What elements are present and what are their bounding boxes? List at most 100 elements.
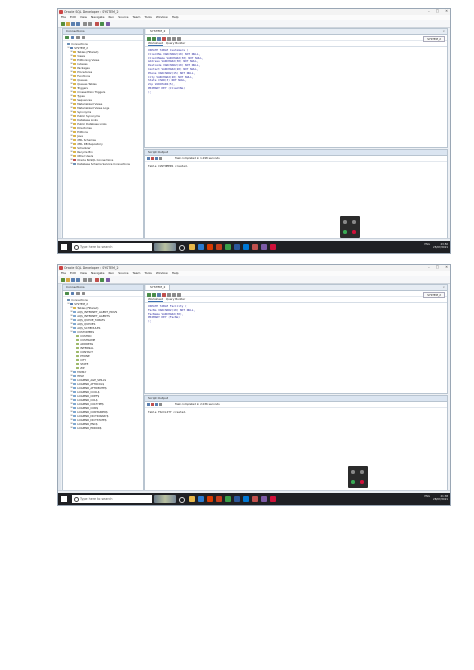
add-connection-icon[interactable] [65, 291, 69, 296]
print-icon[interactable] [159, 403, 162, 406]
new-icon[interactable] [61, 21, 65, 26]
chrome-icon[interactable] [225, 244, 231, 250]
mic-icon[interactable] [351, 480, 355, 484]
back-icon[interactable] [95, 21, 99, 26]
schema-browser-icon[interactable] [81, 291, 85, 296]
explain-plan-icon[interactable] [167, 36, 171, 41]
edge-icon[interactable] [198, 496, 204, 502]
eraser-icon[interactable] [151, 403, 154, 406]
chrome-icon[interactable] [225, 496, 231, 502]
tree-node[interactable]: ⊞ Database Schema Service Connections [63, 162, 143, 166]
connection-selector[interactable]: SYSTEM_2 [423, 35, 445, 42]
commit-icon[interactable] [157, 292, 161, 297]
store-icon[interactable] [243, 496, 249, 502]
filter-icon[interactable] [76, 35, 80, 40]
tray-language[interactable]: ENG [424, 495, 430, 498]
add-connection-icon[interactable] [65, 35, 69, 40]
tab-query-builder[interactable]: Query Builder [166, 41, 185, 46]
tab-system-2[interactable]: SYSTEM_2 [146, 285, 171, 290]
file-explorer-icon[interactable] [189, 244, 195, 250]
camera-icon[interactable] [351, 470, 355, 474]
sql-editor[interactable]: CREATE TABLE Facility (FacNo VARCHAR2(10… [145, 303, 447, 326]
autotrace-icon[interactable] [172, 36, 176, 41]
undo-icon[interactable] [83, 277, 87, 282]
teams-icon[interactable] [261, 244, 267, 250]
windows-start-icon[interactable] [61, 496, 67, 502]
save-all-icon[interactable] [76, 277, 80, 282]
autotrace-icon[interactable] [172, 292, 176, 297]
save-output-icon[interactable] [155, 157, 158, 160]
filter-icon[interactable] [76, 291, 80, 296]
task-view-icon[interactable] [179, 245, 185, 251]
save-icon[interactable] [71, 277, 75, 282]
sql-developer-icon[interactable] [252, 244, 258, 250]
recorder-icon[interactable] [270, 244, 276, 250]
run-statement-icon[interactable] [147, 36, 151, 41]
refresh-icon[interactable] [70, 291, 74, 296]
new-icon[interactable] [61, 277, 65, 282]
taskbar-search[interactable]: Type here to search [72, 495, 152, 503]
close-tab-icon[interactable]: × [442, 285, 445, 290]
recorder-icon[interactable] [270, 496, 276, 502]
pause-icon[interactable] [352, 220, 356, 224]
commit-icon[interactable] [157, 36, 161, 41]
schema-browser-icon[interactable] [81, 35, 85, 40]
save-output-icon[interactable] [155, 403, 158, 406]
connection-selector[interactable]: SYSTEM_2 [423, 291, 445, 298]
store-icon[interactable] [243, 244, 249, 250]
open-icon[interactable] [66, 277, 70, 282]
clear-icon[interactable] [177, 36, 181, 41]
powerpoint-icon[interactable] [216, 496, 222, 502]
camera-icon[interactable] [343, 220, 347, 224]
mic-icon[interactable] [343, 230, 347, 234]
forward-icon[interactable] [100, 277, 104, 282]
record-icon[interactable] [352, 230, 356, 234]
run-icon[interactable] [106, 277, 110, 282]
rollback-icon[interactable] [162, 292, 166, 297]
teams-icon[interactable] [261, 496, 267, 502]
taskbar-clock[interactable]: 21:38 28/07/2021 [433, 495, 448, 502]
eraser-icon[interactable] [151, 157, 154, 160]
powerpoint-icon[interactable] [216, 244, 222, 250]
tree-node[interactable]: ⊞ LOGMNR_ERROR$ [63, 426, 143, 430]
run-script-icon[interactable] [152, 292, 156, 297]
explain-plan-icon[interactable] [167, 292, 171, 297]
rollback-icon[interactable] [162, 36, 166, 41]
refresh-icon[interactable] [70, 35, 74, 40]
run-statement-icon[interactable] [147, 292, 151, 297]
tab-query-builder[interactable]: Query Builder [166, 297, 185, 302]
news-widget-image[interactable] [154, 243, 176, 251]
pause-icon[interactable] [360, 470, 364, 474]
tray-language[interactable]: ENG [424, 243, 430, 246]
back-icon[interactable] [95, 277, 99, 282]
office-icon[interactable] [207, 244, 213, 250]
edge-icon[interactable] [198, 244, 204, 250]
save-all-icon[interactable] [76, 21, 80, 26]
close-tab-icon[interactable]: × [442, 29, 445, 34]
office-icon[interactable] [207, 496, 213, 502]
open-icon[interactable] [66, 21, 70, 26]
word-icon[interactable] [234, 496, 240, 502]
record-icon[interactable] [360, 480, 364, 484]
run-icon[interactable] [106, 21, 110, 26]
task-view-icon[interactable] [179, 497, 185, 503]
print-icon[interactable] [159, 157, 162, 160]
clear-icon[interactable] [177, 292, 181, 297]
file-explorer-icon[interactable] [189, 496, 195, 502]
run-script-icon[interactable] [152, 36, 156, 41]
tab-worksheet[interactable]: Worksheet [148, 297, 163, 302]
pin-icon[interactable] [147, 157, 150, 160]
redo-icon[interactable] [88, 21, 92, 26]
taskbar-clock[interactable]: 23:50 25/07/2021 [433, 243, 448, 250]
sql-developer-icon[interactable] [252, 496, 258, 502]
news-widget-image[interactable] [154, 495, 176, 503]
taskbar-search[interactable]: Type here to search [72, 243, 152, 251]
forward-icon[interactable] [100, 21, 104, 26]
tab-system-2[interactable]: SYSTEM_2 [146, 29, 171, 34]
sql-editor[interactable]: CREATE TABLE Customers (ClientNo VARCHAR… [145, 47, 447, 97]
undo-icon[interactable] [83, 21, 87, 26]
redo-icon[interactable] [88, 277, 92, 282]
word-icon[interactable] [234, 244, 240, 250]
tab-worksheet[interactable]: Worksheet [148, 41, 163, 46]
save-icon[interactable] [71, 21, 75, 26]
